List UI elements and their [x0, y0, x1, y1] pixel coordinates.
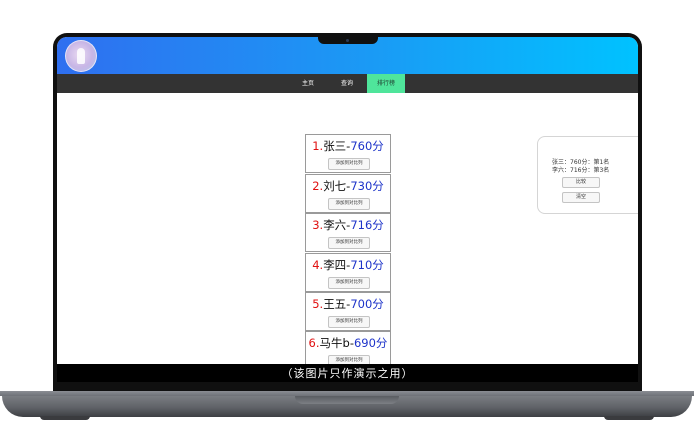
- add-to-compare-button[interactable]: 添加到对比列: [328, 277, 370, 289]
- rank-number: 2.: [312, 179, 324, 193]
- demo-caption: （该图片只作演示之用）: [57, 364, 638, 382]
- rank-number: 5.: [312, 297, 324, 311]
- tab-search[interactable]: 查询: [328, 74, 366, 93]
- rank-name: 马牛b-: [319, 336, 354, 350]
- add-to-compare-button[interactable]: 添加到对比列: [328, 198, 370, 210]
- ranking-entry: 2.刘七-730分: [306, 178, 390, 194]
- laptop-foot: [604, 416, 654, 420]
- rank-number: 6.: [308, 336, 320, 350]
- nav-bar: 主页 查询 排行榜: [57, 74, 638, 93]
- rank-score: 700分: [350, 297, 384, 311]
- ranking-card: 2.刘七-730分 添加到对比列: [305, 174, 391, 213]
- compare-panel: 张三：760分：第1名 李六：716分：第3名 比较 清空: [537, 136, 638, 214]
- avatar-figure-icon: [77, 48, 85, 64]
- rank-score: 760分: [350, 139, 384, 153]
- ranking-entry: 3.李六-716分: [306, 217, 390, 233]
- rank-name: 王五-: [323, 297, 351, 311]
- compare-button[interactable]: 比较: [562, 177, 600, 188]
- rank-name: 刘七-: [323, 179, 351, 193]
- tab-home[interactable]: 主页: [289, 74, 327, 93]
- rank-score: 710分: [350, 258, 384, 272]
- rank-score: 730分: [350, 179, 384, 193]
- ranking-entry: 5.王五-700分: [306, 296, 390, 312]
- add-to-compare-button[interactable]: 添加到对比列: [328, 158, 370, 170]
- camera-icon: [346, 39, 349, 42]
- laptop-foot: [40, 416, 90, 420]
- ranking-entry: 6.马牛b-690分: [306, 335, 390, 351]
- clear-button[interactable]: 清空: [562, 192, 600, 203]
- rank-score: 690分: [353, 336, 388, 350]
- rank-name: 李四-: [323, 258, 351, 272]
- add-to-compare-button[interactable]: 添加到对比列: [328, 237, 370, 249]
- ranking-entry: 1.张三-760分: [306, 138, 390, 154]
- avatar[interactable]: [65, 40, 97, 72]
- rank-name: 李六-: [323, 218, 351, 232]
- rank-number: 3.: [312, 218, 324, 232]
- ranking-card: 4.李四-710分 添加到对比列: [305, 253, 391, 292]
- rank-name: 张三-: [323, 139, 351, 153]
- add-to-compare-button[interactable]: 添加到对比列: [328, 316, 370, 328]
- rank-score: 716分: [350, 218, 384, 232]
- rank-number: 4.: [312, 258, 324, 272]
- laptop-mockup: 主页 查询 排行榜 1.张三-760分 添加到对比列 2.刘七-730分 添加到…: [0, 0, 694, 426]
- ranking-card: 5.王五-700分 添加到对比列: [305, 292, 391, 331]
- ranking-card: 3.李六-716分 添加到对比列: [305, 213, 391, 252]
- ranking-entry: 4.李四-710分: [306, 257, 390, 273]
- ranking-card: 1.张三-760分 添加到对比列: [305, 134, 391, 173]
- tab-ranking[interactable]: 排行榜: [367, 74, 405, 93]
- compare-entry: 李六：716分：第3名: [552, 167, 610, 174]
- laptop-screen: 主页 查询 排行榜 1.张三-760分 添加到对比列 2.刘七-730分 添加到…: [57, 37, 638, 382]
- laptop-opening-notch: [295, 396, 399, 404]
- rank-number: 1.: [312, 139, 324, 153]
